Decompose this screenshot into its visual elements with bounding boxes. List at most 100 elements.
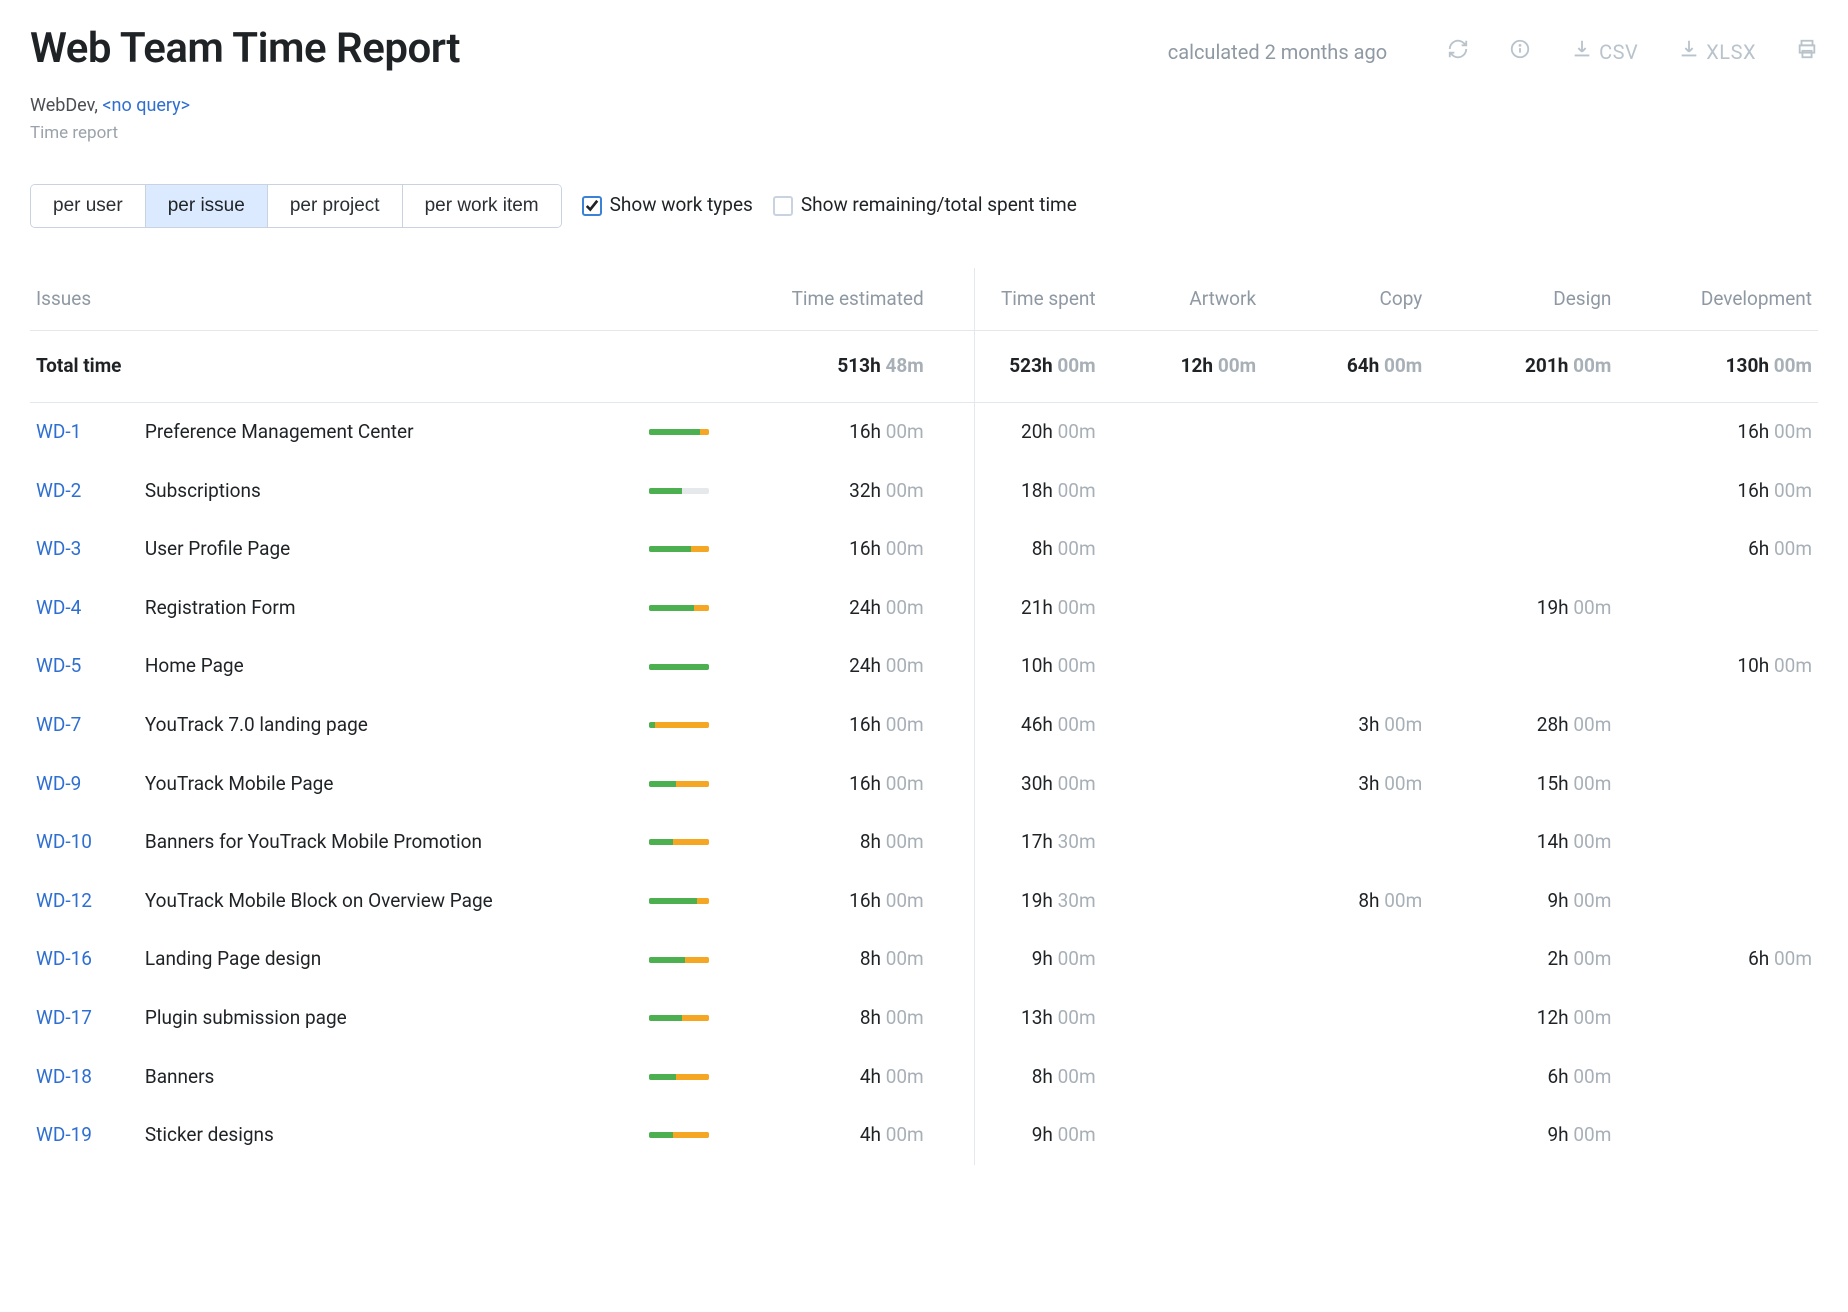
issue-id-cell: WD-12: [30, 872, 139, 931]
tab-per-work-item[interactable]: per work item: [403, 185, 561, 227]
cell-estimated: 4h 00m: [764, 1106, 930, 1165]
issue-id-cell: WD-9: [30, 755, 139, 814]
cell-development: [1617, 755, 1818, 814]
cell-development: [1617, 1106, 1818, 1165]
table-row: WD-2Subscriptions32h 00m18h 00m16h 00m: [30, 462, 1818, 521]
progress-bar: [649, 488, 709, 494]
progress-bar: [649, 722, 709, 728]
query-link[interactable]: <no query>: [102, 95, 190, 116]
cell-development: [1617, 579, 1818, 638]
cell-spent: 13h 00m: [930, 989, 1102, 1048]
table-row: WD-12 YouTrack Mobile Block on Overview P…: [30, 872, 1818, 931]
issue-title: Sticker designs: [139, 1106, 643, 1165]
tab-per-user[interactable]: per user: [31, 185, 146, 227]
cell-spent: 19h 30m: [930, 872, 1102, 931]
calculated-text: calculated 2 months ago: [1168, 38, 1387, 66]
cell-development: 16h 00m: [1617, 402, 1818, 461]
tab-per-issue[interactable]: per issue: [146, 185, 268, 227]
tab-per-project[interactable]: per project: [268, 185, 403, 227]
cell-estimated: 16h 00m: [764, 402, 930, 461]
issue-link[interactable]: WD-9: [36, 772, 81, 795]
download-xlsx-button[interactable]: XLSX: [1678, 38, 1756, 67]
issue-link[interactable]: WD-3: [36, 537, 81, 560]
issue-link[interactable]: WD-7: [36, 713, 81, 736]
cell-development: 6h 00m: [1617, 520, 1818, 579]
progress-cell: [643, 1048, 763, 1107]
issue-title: Home Page: [139, 637, 643, 696]
issue-title: Plugin submission page: [139, 989, 643, 1048]
issue-link[interactable]: WD-12: [36, 889, 92, 912]
download-csv-button[interactable]: CSV: [1571, 38, 1638, 67]
print-icon: [1796, 38, 1818, 67]
issue-link[interactable]: WD-16: [36, 947, 92, 970]
cell-artwork: [1102, 872, 1262, 931]
issue-id-cell: WD-7: [30, 696, 139, 755]
progress-cell: [643, 989, 763, 1048]
cell-design: 12h 00m: [1428, 989, 1617, 1048]
table-row: WD-5Home Page24h 00m10h 00m10h 00m: [30, 637, 1818, 696]
cell-development: 16h 00m: [1617, 462, 1818, 521]
issue-title: Preference Management Center: [139, 402, 643, 461]
progress-bar: [649, 781, 709, 787]
issue-id-cell: WD-3: [30, 520, 139, 579]
cell-design: 15h 00m: [1428, 755, 1617, 814]
issue-link[interactable]: WD-17: [36, 1006, 92, 1029]
show-work-types-label: Show work types: [610, 192, 753, 219]
total-design: 201h 00m: [1428, 331, 1617, 403]
progress-bar: [649, 898, 709, 904]
col-time-spent[interactable]: Time spent: [930, 268, 1102, 331]
progress-cell: [643, 579, 763, 638]
col-development[interactable]: Development: [1617, 268, 1818, 331]
progress-cell: [643, 930, 763, 989]
cell-estimated: 16h 00m: [764, 872, 930, 931]
issue-title: YouTrack Mobile Block on Overview Page: [139, 872, 643, 931]
progress-cell: [643, 696, 763, 755]
refresh-button[interactable]: [1447, 38, 1469, 67]
col-design[interactable]: Design: [1428, 268, 1617, 331]
cell-artwork: [1102, 1048, 1262, 1107]
issue-link[interactable]: WD-19: [36, 1123, 92, 1146]
col-issues[interactable]: Issues: [30, 268, 764, 331]
download-icon: [1571, 38, 1593, 67]
issue-link[interactable]: WD-1: [36, 420, 81, 443]
issue-link[interactable]: WD-4: [36, 596, 81, 619]
progress-cell: [643, 462, 763, 521]
col-copy[interactable]: Copy: [1262, 268, 1428, 331]
progress-bar: [649, 1074, 709, 1080]
time-report-table: Issues Time estimated Time spent Artwork…: [30, 268, 1818, 1165]
cell-copy: [1262, 1048, 1428, 1107]
col-time-estimated[interactable]: Time estimated: [764, 268, 930, 331]
cell-estimated: 8h 00m: [764, 989, 930, 1048]
show-remaining-checkbox[interactable]: Show remaining/total spent time: [773, 192, 1077, 219]
col-artwork[interactable]: Artwork: [1102, 268, 1262, 331]
cell-estimated: 24h 00m: [764, 637, 930, 696]
issue-title: YouTrack Mobile Page: [139, 755, 643, 814]
issue-link[interactable]: WD-18: [36, 1065, 92, 1088]
show-work-types-checkbox[interactable]: Show work types: [582, 192, 753, 219]
issue-id-cell: WD-5: [30, 637, 139, 696]
progress-cell: [643, 872, 763, 931]
table-row: WD-17 Plugin submission page 8h 00m13h 00m…: [30, 989, 1818, 1048]
cell-spent: 18h 00m: [930, 462, 1102, 521]
total-spent: 523h 00m: [930, 331, 1102, 403]
cell-design: 19h 00m: [1428, 579, 1617, 638]
cell-estimated: 8h 00m: [764, 813, 930, 872]
issue-link[interactable]: WD-5: [36, 654, 81, 677]
print-button[interactable]: [1796, 38, 1818, 67]
checkbox-unchecked-icon: [773, 196, 793, 216]
info-button[interactable]: [1509, 38, 1531, 67]
issue-link[interactable]: WD-2: [36, 479, 81, 502]
progress-cell: [643, 520, 763, 579]
total-estimated: 513h 48m: [764, 331, 930, 403]
cell-spent: 17h 30m: [930, 813, 1102, 872]
table-row: WD-18Banners4h 00m8h 00m6h 00m: [30, 1048, 1818, 1107]
cell-design: 2h 00m: [1428, 930, 1617, 989]
cell-spent: 10h 00m: [930, 637, 1102, 696]
cell-development: 10h 00m: [1617, 637, 1818, 696]
issue-link[interactable]: WD-10: [36, 830, 92, 853]
issue-id-cell: WD-4: [30, 579, 139, 638]
info-icon: [1509, 38, 1531, 67]
table-row: WD-3User Profile Page16h 00m8h 00m6h 00m: [30, 520, 1818, 579]
cell-copy: [1262, 813, 1428, 872]
cell-copy: [1262, 637, 1428, 696]
